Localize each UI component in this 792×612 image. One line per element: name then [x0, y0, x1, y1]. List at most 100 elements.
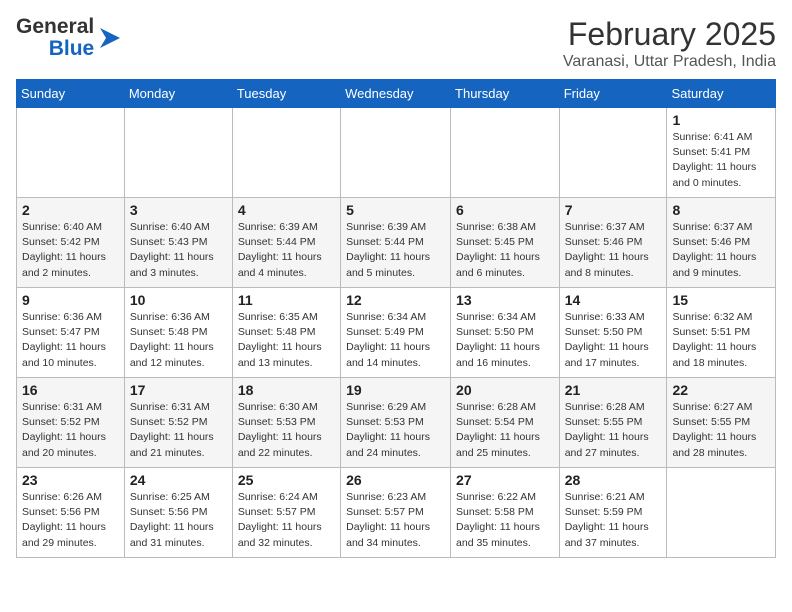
day-info: Sunrise: 6:31 AM Sunset: 5:52 PM Dayligh…: [22, 400, 119, 461]
day-info: Sunrise: 6:30 AM Sunset: 5:53 PM Dayligh…: [238, 400, 335, 461]
day-number: 20: [456, 382, 554, 398]
day-number: 12: [346, 292, 445, 308]
day-info: Sunrise: 6:37 AM Sunset: 5:46 PM Dayligh…: [672, 220, 770, 281]
weekday-header-saturday: Saturday: [667, 80, 776, 108]
day-info: Sunrise: 6:27 AM Sunset: 5:55 PM Dayligh…: [672, 400, 770, 461]
day-number: 16: [22, 382, 119, 398]
day-info: Sunrise: 6:37 AM Sunset: 5:46 PM Dayligh…: [565, 220, 662, 281]
calendar-cell: 4 Sunrise: 6:39 AM Sunset: 5:44 PM Daylig…: [232, 198, 340, 288]
calendar-week-row: 16 Sunrise: 6:31 AM Sunset: 5:52 PM Dayli…: [17, 378, 776, 468]
day-info: Sunrise: 6:39 AM Sunset: 5:44 PM Dayligh…: [238, 220, 335, 281]
day-number: 6: [456, 202, 554, 218]
day-info: Sunrise: 6:32 AM Sunset: 5:51 PM Dayligh…: [672, 310, 770, 371]
day-number: 1: [672, 112, 770, 128]
calendar-cell: 23 Sunrise: 6:26 AM Sunset: 5:56 PM Dayli…: [17, 468, 125, 558]
calendar-cell: 3 Sunrise: 6:40 AM Sunset: 5:43 PM Daylig…: [124, 198, 232, 288]
calendar-cell: 16 Sunrise: 6:31 AM Sunset: 5:52 PM Dayli…: [17, 378, 125, 468]
calendar-cell: 10 Sunrise: 6:36 AM Sunset: 5:48 PM Dayli…: [124, 288, 232, 378]
calendar-cell: 21 Sunrise: 6:28 AM Sunset: 5:55 PM Dayli…: [559, 378, 667, 468]
calendar-cell: 8Sunrise: 6:37 AM Sunset: 5:46 PM Daylig…: [667, 198, 776, 288]
calendar-cell: 14 Sunrise: 6:33 AM Sunset: 5:50 PM Dayli…: [559, 288, 667, 378]
day-info: Sunrise: 6:36 AM Sunset: 5:48 PM Dayligh…: [130, 310, 227, 371]
weekday-header-tuesday: Tuesday: [232, 80, 340, 108]
logo-general: General: [16, 16, 94, 38]
calendar-cell: 7Sunrise: 6:37 AM Sunset: 5:46 PM Daylig…: [559, 198, 667, 288]
calendar-week-row: 1 Sunrise: 6:41 AM Sunset: 5:41 PM Daylig…: [17, 108, 776, 198]
calendar-cell: 15 Sunrise: 6:32 AM Sunset: 5:51 PM Dayli…: [667, 288, 776, 378]
day-number: 28: [565, 472, 662, 488]
day-number: 9: [22, 292, 119, 308]
day-number: 25: [238, 472, 335, 488]
day-info: Sunrise: 6:24 AM Sunset: 5:57 PM Dayligh…: [238, 490, 335, 551]
weekday-header-friday: Friday: [559, 80, 667, 108]
weekday-header-thursday: Thursday: [451, 80, 560, 108]
day-number: 14: [565, 292, 662, 308]
logo-blue: Blue: [49, 38, 95, 60]
day-info: Sunrise: 6:23 AM Sunset: 5:57 PM Dayligh…: [346, 490, 445, 551]
header-row: SundayMondayTuesdayWednesdayThursdayFrid…: [17, 80, 776, 108]
day-info: Sunrise: 6:33 AM Sunset: 5:50 PM Dayligh…: [565, 310, 662, 371]
logo-arrow-icon: [96, 24, 124, 52]
day-number: 13: [456, 292, 554, 308]
day-number: 21: [565, 382, 662, 398]
month-title: February 2025: [563, 16, 776, 53]
calendar-cell: 22 Sunrise: 6:27 AM Sunset: 5:55 PM Dayli…: [667, 378, 776, 468]
location-title: Varanasi, Uttar Pradesh, India: [563, 53, 776, 71]
calendar-cell: 9Sunrise: 6:36 AM Sunset: 5:47 PM Daylig…: [17, 288, 125, 378]
title-area: February 2025 Varanasi, Uttar Pradesh, I…: [563, 16, 776, 71]
day-number: 4: [238, 202, 335, 218]
day-info: Sunrise: 6:39 AM Sunset: 5:44 PM Dayligh…: [346, 220, 445, 281]
day-info: Sunrise: 6:25 AM Sunset: 5:56 PM Dayligh…: [130, 490, 227, 551]
day-number: 3: [130, 202, 227, 218]
calendar-cell: 1 Sunrise: 6:41 AM Sunset: 5:41 PM Daylig…: [667, 108, 776, 198]
calendar-cell: 26 Sunrise: 6:23 AM Sunset: 5:57 PM Dayli…: [341, 468, 451, 558]
weekday-header-wednesday: Wednesday: [341, 80, 451, 108]
calendar-cell: 11Sunrise: 6:35 AM Sunset: 5:48 PM Dayli…: [232, 288, 340, 378]
day-number: 2: [22, 202, 119, 218]
calendar-cell: 12 Sunrise: 6:34 AM Sunset: 5:49 PM Dayli…: [341, 288, 451, 378]
day-number: 17: [130, 382, 227, 398]
day-info: Sunrise: 6:40 AM Sunset: 5:43 PM Dayligh…: [130, 220, 227, 281]
calendar-cell: [667, 468, 776, 558]
calendar-cell: 27 Sunrise: 6:22 AM Sunset: 5:58 PM Dayli…: [451, 468, 560, 558]
day-number: 26: [346, 472, 445, 488]
day-info: Sunrise: 6:28 AM Sunset: 5:55 PM Dayligh…: [565, 400, 662, 461]
weekday-header-monday: Monday: [124, 80, 232, 108]
day-number: 22: [672, 382, 770, 398]
day-info: Sunrise: 6:34 AM Sunset: 5:50 PM Dayligh…: [456, 310, 554, 371]
calendar-cell: 17 Sunrise: 6:31 AM Sunset: 5:52 PM Dayli…: [124, 378, 232, 468]
day-info: Sunrise: 6:40 AM Sunset: 5:42 PM Dayligh…: [22, 220, 119, 281]
day-info: Sunrise: 6:38 AM Sunset: 5:45 PM Dayligh…: [456, 220, 554, 281]
day-number: 5: [346, 202, 445, 218]
day-info: Sunrise: 6:34 AM Sunset: 5:49 PM Dayligh…: [346, 310, 445, 371]
calendar-cell: [232, 108, 340, 198]
day-number: 23: [22, 472, 119, 488]
calendar-week-row: 2 Sunrise: 6:40 AM Sunset: 5:42 PM Daylig…: [17, 198, 776, 288]
calendar-cell: 20 Sunrise: 6:28 AM Sunset: 5:54 PM Dayli…: [451, 378, 560, 468]
calendar-cell: 2 Sunrise: 6:40 AM Sunset: 5:42 PM Daylig…: [17, 198, 125, 288]
day-number: 27: [456, 472, 554, 488]
calendar-cell: [124, 108, 232, 198]
calendar-cell: [341, 108, 451, 198]
day-number: 19: [346, 382, 445, 398]
calendar-cell: 13 Sunrise: 6:34 AM Sunset: 5:50 PM Dayli…: [451, 288, 560, 378]
day-info: Sunrise: 6:22 AM Sunset: 5:58 PM Dayligh…: [456, 490, 554, 551]
day-number: 18: [238, 382, 335, 398]
day-info: Sunrise: 6:31 AM Sunset: 5:52 PM Dayligh…: [130, 400, 227, 461]
calendar-cell: 24Sunrise: 6:25 AM Sunset: 5:56 PM Dayli…: [124, 468, 232, 558]
calendar-cell: 5 Sunrise: 6:39 AM Sunset: 5:44 PM Daylig…: [341, 198, 451, 288]
weekday-header-sunday: Sunday: [17, 80, 125, 108]
day-info: Sunrise: 6:21 AM Sunset: 5:59 PM Dayligh…: [565, 490, 662, 551]
calendar-week-row: 9Sunrise: 6:36 AM Sunset: 5:47 PM Daylig…: [17, 288, 776, 378]
day-number: 10: [130, 292, 227, 308]
day-info: Sunrise: 6:28 AM Sunset: 5:54 PM Dayligh…: [456, 400, 554, 461]
calendar-cell: 28 Sunrise: 6:21 AM Sunset: 5:59 PM Dayli…: [559, 468, 667, 558]
day-info: Sunrise: 6:26 AM Sunset: 5:56 PM Dayligh…: [22, 490, 119, 551]
calendar-week-row: 23 Sunrise: 6:26 AM Sunset: 5:56 PM Dayli…: [17, 468, 776, 558]
calendar-table: SundayMondayTuesdayWednesdayThursdayFrid…: [16, 79, 776, 558]
day-info: Sunrise: 6:41 AM Sunset: 5:41 PM Dayligh…: [672, 130, 770, 191]
day-number: 15: [672, 292, 770, 308]
day-info: Sunrise: 6:35 AM Sunset: 5:48 PM Dayligh…: [238, 310, 335, 371]
day-info: Sunrise: 6:29 AM Sunset: 5:53 PM Dayligh…: [346, 400, 445, 461]
calendar-cell: [17, 108, 125, 198]
